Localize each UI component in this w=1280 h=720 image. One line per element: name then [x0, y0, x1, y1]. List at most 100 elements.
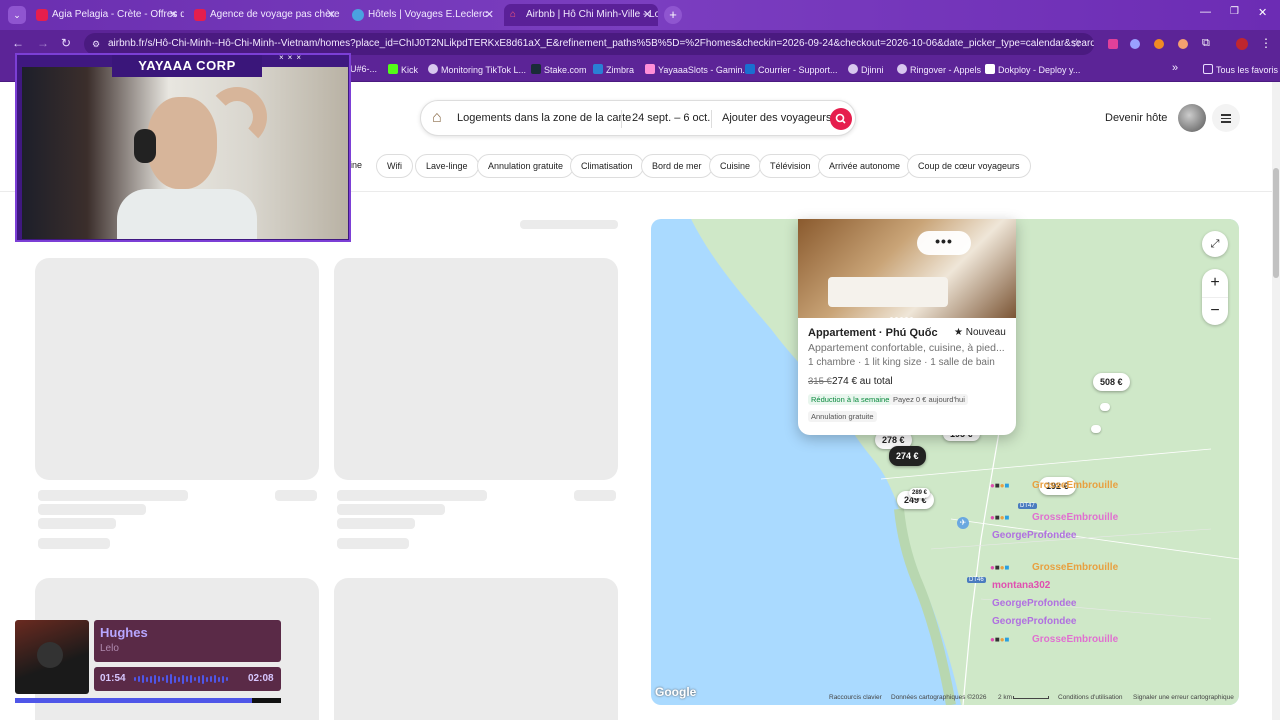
map-price-marker[interactable]: 508 € [1093, 373, 1130, 391]
loading-dots-button[interactable]: ••• [917, 231, 971, 255]
site-info-icon[interactable]: ⚙ [92, 33, 100, 55]
skeleton-line [38, 504, 146, 515]
airbnb-favicon-icon: ⌂ [510, 9, 517, 20]
search-location[interactable]: Logements dans la zone de la carte [457, 112, 631, 124]
extension-icon[interactable] [1154, 39, 1164, 49]
close-tab-icon[interactable]: ✕ [327, 4, 336, 26]
restore-window-icon[interactable]: ❐ [1230, 6, 1239, 17]
bookmark-djinni[interactable]: Djinni [848, 64, 884, 75]
search-bar[interactable]: ⌂ Logements dans la zone de la carte 24 … [420, 100, 856, 136]
extensions-puzzle-icon[interactable]: ⧉ [1202, 37, 1210, 50]
bookmark-tiktok[interactable]: Monitoring TikTok L... [428, 64, 526, 75]
total-time: 02:08 [248, 673, 274, 684]
scrollbar-thumb[interactable] [1273, 168, 1279, 278]
filter-chip-television[interactable]: Télévision [759, 154, 822, 178]
elapsed-time: 01:54 [100, 673, 126, 684]
bookmark-courrier[interactable]: Courrier - Support... [745, 64, 838, 75]
extension-icon[interactable] [1130, 39, 1140, 49]
filter-chip-climatisation[interactable]: Climatisation [570, 154, 644, 178]
filter-chip-wifi[interactable]: Wifi [376, 154, 413, 178]
report-map-error-link[interactable]: Signaler une erreur cartographique [1133, 694, 1234, 701]
bookmark-yayaaaslots[interactable]: YayaaaSlots - Gamin... [645, 64, 750, 75]
new-tab-button[interactable]: + [664, 6, 682, 24]
keyboard-shortcuts-link[interactable]: Raccourcis clavier [829, 694, 882, 701]
bookmark-ringover[interactable]: Ringover - Appels [897, 64, 981, 75]
lastminute-favicon-icon [36, 9, 48, 21]
fullscreen-button[interactable]: ⤢ [1202, 231, 1228, 257]
skeleton-header [520, 220, 618, 229]
terms-link[interactable]: Conditions d'utilisation [1058, 694, 1122, 701]
back-icon[interactable]: ← [12, 36, 24, 50]
skeleton-listing-image [35, 258, 319, 480]
waveform-bar [186, 676, 188, 682]
extension-icon[interactable] [1108, 39, 1118, 49]
listing-photo[interactable]: ••• [798, 219, 1016, 320]
more-menu-icon[interactable]: ⋮ [1260, 36, 1272, 50]
filter-chip-arrivee-autonome[interactable]: Arrivée autonome [818, 154, 912, 178]
close-tab-icon[interactable]: ✕ [485, 4, 494, 26]
waveform-bar [190, 675, 192, 683]
filter-chip-coup-de-coeur[interactable]: Coup de cœur voyageurs [907, 154, 1031, 178]
bookmark-dokploy[interactable]: Dokploy - Deploy y... [985, 64, 1080, 75]
zoom-in-button[interactable]: + [1202, 269, 1228, 297]
chat-username: GeorgeProfondee [992, 530, 1077, 541]
map-mini-marker[interactable] [1100, 403, 1110, 411]
bookmark-item[interactable]: U#6-... [350, 64, 377, 74]
reload-icon[interactable]: ↻ [61, 36, 71, 50]
track-time-box: 01:54 02:08 [94, 667, 281, 691]
skeleton-listing-image [334, 258, 618, 480]
minimize-window-icon[interactable]: — [1200, 6, 1211, 18]
profile-icon[interactable] [1236, 38, 1248, 50]
tab-hotels-leclerc[interactable]: Hôtels | Voyages E.Leclerc ✕ [346, 4, 500, 26]
search-dates[interactable]: 24 sept. – 6 oct. [632, 112, 710, 124]
zoom-out-button[interactable]: − [1202, 297, 1228, 325]
filter-chip-bord-de-mer[interactable]: Bord de mer [641, 154, 713, 178]
tab-agia-pelagia[interactable]: Agia Pelagia - Crète - Offres de ✕ [30, 4, 184, 26]
chat-username: GrosseEmbrouille [1032, 512, 1119, 523]
close-tab-icon[interactable]: ✕ [643, 4, 652, 26]
search-button[interactable] [830, 108, 852, 130]
filter-chip-cuisine[interactable]: Cuisine [709, 154, 762, 178]
filter-chip-lave-linge[interactable]: Lave-linge [415, 154, 479, 178]
bookmark-kick[interactable]: Kick [388, 64, 418, 75]
bookmark-stake[interactable]: Stake.com [531, 64, 587, 75]
free-cancellation-badge: Annulation gratuite [808, 411, 877, 422]
avatar[interactable] [1178, 104, 1206, 132]
extension-icon[interactable] [1178, 39, 1188, 49]
road-label: DT47 [1018, 503, 1037, 509]
tab-airbnb[interactable]: ⌂ Airbnb | Hô Chi Minh-Ville - Lo ✕ [504, 4, 658, 26]
all-bookmarks-folder[interactable]: Tous les favoris [1203, 64, 1278, 75]
bookmark-star-icon[interactable]: ☆ [1071, 36, 1082, 50]
road-label: DT46 [967, 577, 986, 583]
map-mini-marker[interactable] [1091, 425, 1101, 433]
globe-icon [428, 64, 438, 74]
bookmarks-more-button[interactable]: » [1172, 62, 1178, 74]
map-price-marker-selected[interactable]: 274 € [889, 446, 926, 466]
hamburger-menu-icon[interactable] [1212, 104, 1240, 132]
webcam-feed [22, 67, 348, 239]
become-host-link[interactable]: Devenir hôte [1105, 112, 1167, 124]
waveform-bar [194, 677, 196, 681]
close-window-icon[interactable]: ✕ [1258, 6, 1267, 19]
bookmark-zimbra[interactable]: Zimbra [593, 64, 634, 75]
skeleton-line [337, 504, 445, 515]
chat-badges-icon: ●■●■ [990, 513, 1010, 522]
forward-icon[interactable]: → [37, 36, 49, 50]
channel-label: YAYAAA CORP [112, 55, 262, 77]
skeleton-line [38, 518, 116, 529]
search-guests[interactable]: Ajouter des voyageurs [722, 112, 831, 124]
waveform-bar [134, 677, 136, 681]
outlook-icon [745, 64, 755, 74]
chat-badges-icon: ●■●■ [990, 635, 1010, 644]
page-scrollbar[interactable] [1272, 82, 1280, 720]
url-field[interactable]: ⚙ airbnb.fr/s/Hô-Chi-Minh--Hô-Chi-Minh--… [84, 33, 1094, 55]
waveform-bar [218, 676, 220, 682]
close-tab-icon[interactable]: ✕ [169, 4, 178, 26]
listing-card-popup[interactable]: ••• Appartement · Phú Quốc ★ Nouveau App… [798, 219, 1016, 435]
tab-agence-voyage[interactable]: Agence de voyage pas chère | V ✕ [188, 4, 342, 26]
photo-carousel-dots[interactable] [890, 307, 930, 320]
waveform-bar [162, 677, 164, 681]
tab-search-button[interactable]: ⌄ [8, 6, 26, 24]
filter-chip-annulation-gratuite[interactable]: Annulation gratuite [477, 154, 575, 178]
map-price-marker[interactable]: 289 € [909, 488, 931, 498]
